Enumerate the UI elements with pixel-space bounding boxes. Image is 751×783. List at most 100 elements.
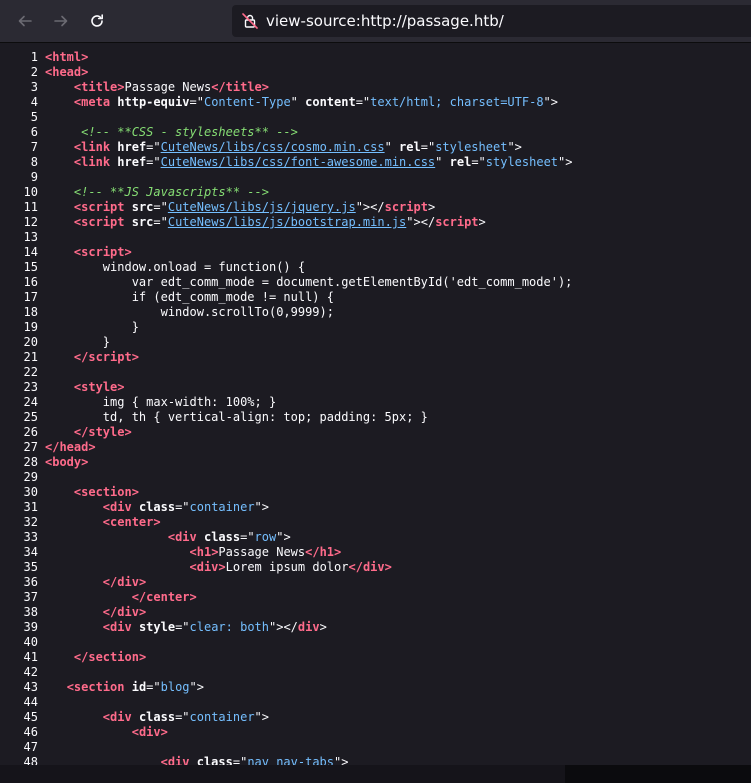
- token-tag: div: [362, 560, 385, 574]
- line-code: <div style="clear: both"></div>: [45, 620, 327, 635]
- token-tag: >: [81, 50, 89, 64]
- forward-button[interactable]: [47, 7, 75, 35]
- token-tag: >: [261, 80, 270, 94]
- token-val: stylesheet: [435, 140, 508, 154]
- token-plain: td, th { vertical-align: top; padding: 5…: [45, 410, 428, 424]
- token-plain: =": [240, 530, 255, 544]
- token-tag: script: [81, 245, 125, 259]
- token-tag: section: [81, 485, 132, 499]
- token-tag: head: [52, 65, 82, 79]
- token-plain: =": [189, 95, 204, 109]
- token-comment: <!-- **CSS - stylesheets** -->: [81, 125, 298, 139]
- line-number: 35: [23, 560, 38, 574]
- token-attr: src: [131, 200, 154, 214]
- line-number: 5: [30, 110, 38, 124]
- line-code: if (edt_comm_mode != null) {: [45, 290, 334, 305]
- token-tag: body: [52, 455, 82, 469]
- url-text: view-source:http://passage.htb/: [266, 12, 504, 30]
- bottom-edge-shadow: [565, 765, 751, 783]
- source-link[interactable]: CuteNews/libs/js/jquery.js: [168, 200, 356, 214]
- line-code: <link href="CuteNews/libs/css/cosmo.min.…: [45, 140, 522, 155]
- token-tag: div: [297, 620, 320, 634]
- token-val: row: [254, 530, 277, 544]
- line-code: <script src="CuteNews/libs/js/bootstrap.…: [45, 215, 486, 230]
- line-number: 19: [23, 320, 38, 334]
- line-code: </style>: [45, 425, 132, 440]
- token-tag: </: [211, 80, 226, 94]
- token-tag: script: [384, 200, 428, 214]
- token-tag: >: [131, 485, 139, 499]
- token-tag: h1: [196, 545, 212, 559]
- line-number: 46: [23, 725, 38, 739]
- line-code: }: [45, 320, 139, 335]
- token-tag: >: [81, 65, 89, 79]
- source-link[interactable]: CuteNews/libs/js/bootstrap.min.js: [168, 215, 406, 229]
- line-number: 28: [23, 455, 38, 469]
- line-number: 33: [23, 530, 38, 544]
- token-val: container: [189, 710, 255, 724]
- token-attr: id: [131, 680, 147, 694]
- token-tag: section: [88, 650, 139, 664]
- token-plain: img { max-width: 100%; }: [45, 395, 277, 409]
- token-attr: style: [138, 620, 176, 634]
- token-tag: html: [52, 50, 82, 64]
- token-tag: >: [384, 560, 392, 574]
- line-number: 36: [23, 575, 38, 589]
- token-plain: =": [420, 140, 436, 154]
- token-tag: div: [167, 755, 197, 765]
- line-number: 34: [23, 545, 38, 559]
- line-number: 29: [23, 470, 38, 484]
- line-code: <div class="container">: [45, 710, 269, 725]
- line-number: 22: [23, 365, 38, 379]
- line-code: </script>: [45, 350, 139, 365]
- token-plain: ">: [507, 140, 522, 154]
- token-val: stylesheet: [485, 155, 559, 169]
- token-attr: src: [131, 215, 154, 229]
- source-link[interactable]: CuteNews/libs/css/cosmo.min.css: [161, 140, 385, 154]
- token-tag: script: [88, 350, 132, 364]
- token-tag: link: [81, 140, 118, 154]
- token-plain: }: [45, 335, 111, 349]
- line-code: <div class="nav nav-tabs">: [45, 755, 349, 765]
- line-number: 45: [23, 710, 38, 724]
- token-tag: >: [124, 245, 132, 259]
- connection-not-secure-icon[interactable]: [238, 9, 262, 33]
- line-code: }: [45, 335, 110, 350]
- line-number: 20: [23, 335, 38, 349]
- token-tag: style: [88, 425, 125, 439]
- token-tag: <: [102, 515, 111, 529]
- line-code: </head>: [45, 440, 96, 455]
- line-number: 30: [23, 485, 38, 499]
- token-tag: script: [81, 215, 132, 229]
- token-plain: =": [232, 755, 248, 765]
- token-tag: </: [73, 350, 89, 364]
- token-tag: div: [110, 710, 139, 724]
- token-tag: title: [225, 80, 262, 94]
- line-code: <center>: [45, 515, 161, 530]
- token-tag: </: [102, 575, 118, 589]
- source-link[interactable]: CuteNews/libs/css/font-awesome.min.css: [161, 155, 436, 169]
- line-code: <h1>Passage News</h1>: [45, 545, 342, 560]
- url-bar[interactable]: view-source:http://passage.htb/: [232, 5, 751, 37]
- back-button[interactable]: [11, 7, 39, 35]
- token-plain: =": [146, 680, 161, 694]
- token-tag: <: [189, 545, 197, 559]
- line-code: <title>Passage News</title>: [45, 80, 269, 95]
- token-plain: Passage News: [124, 80, 212, 94]
- line-number: 14: [23, 245, 38, 259]
- line-code: img { max-width: 100%; }: [45, 395, 276, 410]
- arrow-right-icon: [53, 13, 69, 29]
- reload-button[interactable]: [83, 7, 111, 35]
